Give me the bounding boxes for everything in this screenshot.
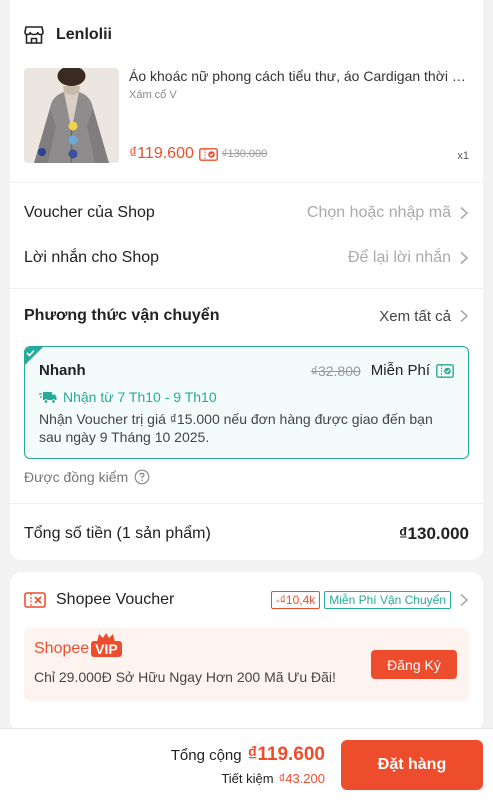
shop-voucher-label: Voucher của Shop <box>24 204 155 221</box>
product-quantity: x1 <box>457 150 469 162</box>
product-price: ₫119.600 <box>129 145 194 162</box>
shopee-voucher-label: Shopee Voucher <box>56 591 175 608</box>
voucher-card: Shopee Voucher -₫10,4k Miễn Phí Vận Chuy… <box>10 572 483 732</box>
shop-voucher-placeholder: Chọn hoặc nhập mã <box>306 204 451 221</box>
truck-icon <box>39 391 57 404</box>
vip-badge-text: VIP <box>95 641 118 657</box>
shop-message-row[interactable]: Lời nhắn cho Shop Để lại lời nhắn <box>24 249 469 267</box>
chevron-right-icon <box>460 206 469 220</box>
chevron-right-icon <box>460 593 469 607</box>
product-image[interactable] <box>24 68 119 163</box>
shop-voucher-row[interactable]: Voucher của Shop Chọn hoặc nhập mã <box>24 204 469 222</box>
grand-total: Tổng cộng ₫119.600 <box>171 744 325 766</box>
shipping-eta: Nhận từ 7 Th10 - 9 Th10 <box>39 389 217 405</box>
shipping-old-fee: ₫32.800 <box>310 362 361 379</box>
chevron-right-icon <box>460 251 469 265</box>
vip-register-button[interactable]: Đăng Ký <box>371 650 457 679</box>
grand-total-value: ₫119.600 <box>247 744 325 765</box>
grand-total-label: Tổng cộng <box>170 747 242 764</box>
product-title[interactable]: Áo khoác nữ phong cách tiểu thư, áo Card… <box>129 68 469 84</box>
order-total-value: ₫130.000 <box>398 524 469 543</box>
cod-check-label: Được đồng kiểm <box>24 469 129 485</box>
see-all-link: Xem tất cả <box>379 307 451 325</box>
shipping-option-name: Nhanh <box>39 362 86 379</box>
product-original-price: ₫130.000 <box>221 148 268 160</box>
crown-icon <box>97 633 116 642</box>
savings-label: Tiết kiệm <box>221 771 274 786</box>
order-total-label: Tổng số tiền (1 sản phẩm) <box>24 525 211 542</box>
shipping-header: Phương thức vận chuyển Xem tất cả <box>24 307 469 325</box>
price-row: ₫119.600 ₫130.000 <box>129 145 267 163</box>
chevron-right-icon <box>460 309 469 323</box>
vip-badge: VIP <box>91 633 122 657</box>
order-card: Lenlolii Áo khoác nữ phong cách tiểu thư… <box>10 0 483 560</box>
free-ship-voucher-icon <box>436 363 454 378</box>
savings-value: ₫43.200 <box>278 771 325 786</box>
shipping-note: Nhận Voucher trị giá ₫15.000 nếu đơn hàn… <box>39 411 433 445</box>
divider <box>10 503 483 504</box>
shipping-see-all[interactable]: Xem tất cả <box>379 308 469 325</box>
store-icon <box>24 26 44 44</box>
shopee-voucher-row[interactable]: Shopee Voucher -₫10,4k Miễn Phí Vận Chuy… <box>24 591 469 609</box>
vip-banner[interactable]: Shopee VIP Chỉ 29.000Đ Sở Hữu Ngay Hơn 2… <box>24 628 469 701</box>
product-variant: Xám cổ V <box>129 89 177 101</box>
vip-logo-text: Shopee <box>34 640 90 657</box>
savings: Tiết kiệm ₫43.200 <box>221 771 325 786</box>
shipping-free-label: Miễn Phí <box>370 362 430 379</box>
help-icon[interactable] <box>134 469 150 485</box>
divider <box>10 288 483 289</box>
place-order-button[interactable]: Đặt hàng <box>341 740 483 790</box>
shipping-eta-text: Nhận từ 7 Th10 - 9 Th10 <box>63 389 217 405</box>
shopee-voucher-icon <box>24 592 46 608</box>
shipping-fee: ₫32.800 Miễn Phí <box>311 362 454 379</box>
voucher-icon <box>198 147 218 161</box>
shipping-title: Phương thức vận chuyển <box>24 307 220 324</box>
divider <box>10 182 483 183</box>
shop-message-label: Lời nhắn cho Shop <box>24 249 160 266</box>
shop-name: Lenlolii <box>56 26 112 43</box>
shop-header[interactable]: Lenlolii <box>24 26 112 44</box>
checkout-bar: Tổng cộng ₫119.600 Tiết kiệm ₫43.200 Đặt… <box>0 728 493 800</box>
order-total-row: Tổng số tiền (1 sản phẩm) ₫130.000 <box>24 524 469 544</box>
voucher-tag-freeship: Miễn Phí Vận Chuyển <box>324 591 451 609</box>
shop-message-placeholder: Để lại lời nhắn <box>348 249 451 266</box>
shipping-option[interactable]: Nhanh ₫32.800 Miễn Phí Nhận từ 7 Th10 - … <box>24 346 469 459</box>
cod-check-row: Được đồng kiểm <box>24 469 150 485</box>
shopee-vip-logo: Shopee VIP <box>34 633 122 658</box>
vip-promo-text: Chỉ 29.000Đ Sở Hữu Ngay Hơn 200 Mã Ưu Đã… <box>34 669 336 685</box>
voucher-tag-discount: -₫10,4k <box>270 591 321 609</box>
